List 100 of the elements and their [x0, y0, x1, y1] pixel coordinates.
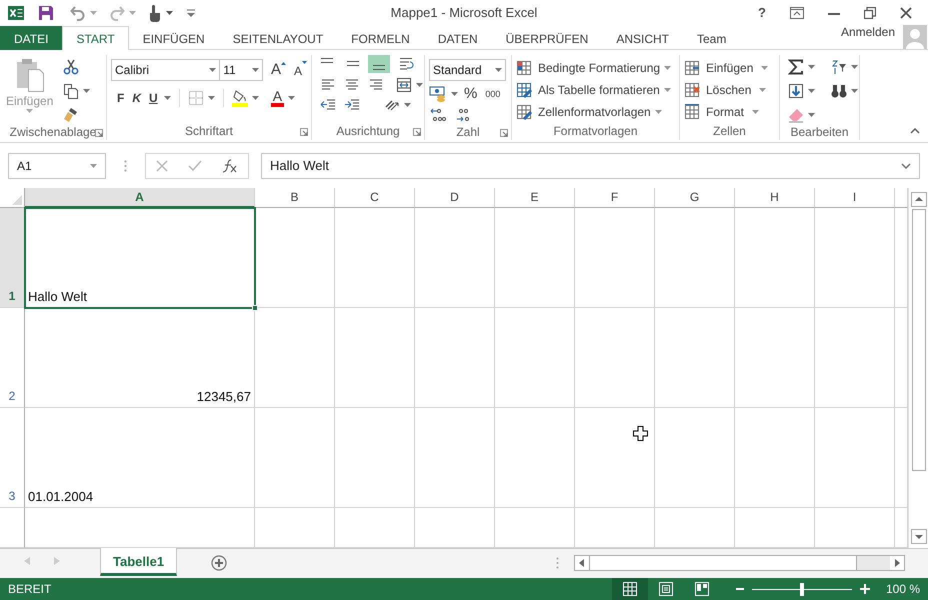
zoom-slider-thumb[interactable]	[800, 582, 804, 596]
wrap-text-icon[interactable]	[398, 56, 414, 72]
styles-menu-button[interactable]: Als Tabelle formatieren	[536, 81, 673, 99]
column-header[interactable]: D	[415, 188, 495, 208]
table-cell[interactable]	[815, 208, 895, 308]
table-cell[interactable]	[495, 208, 575, 308]
column-header[interactable]: G	[655, 188, 735, 208]
brush-icon[interactable]	[63, 107, 80, 123]
binoculars-icon[interactable]	[831, 83, 847, 99]
sum-icon[interactable]	[788, 59, 804, 75]
caret-icon[interactable]	[495, 68, 502, 72]
ribbon-options-icon[interactable]	[790, 6, 804, 18]
caret-icon[interactable]	[252, 96, 259, 100]
column-header[interactable]: I	[815, 188, 895, 208]
caret-icon[interactable]	[808, 89, 815, 93]
table-cell[interactable]	[495, 408, 575, 508]
grow-font-button[interactable]: A	[270, 62, 281, 78]
column-header[interactable]: C	[335, 188, 415, 208]
thousands-separator-button[interactable]: 000	[483, 85, 502, 103]
table-cell[interactable]	[255, 308, 335, 408]
table-cell[interactable]	[255, 408, 335, 508]
scrollbar-thumb[interactable]	[912, 209, 926, 471]
cells-menu-button[interactable]: Format	[704, 103, 762, 121]
zoom-out-icon[interactable]	[736, 585, 744, 593]
scroll-up-icon[interactable]	[910, 192, 926, 207]
column-header[interactable]: E	[495, 188, 575, 208]
caret-icon[interactable]	[808, 65, 815, 69]
column-header[interactable]: B	[255, 188, 335, 208]
restore-icon[interactable]	[864, 6, 876, 18]
caret-icon[interactable]	[166, 10, 173, 14]
copy-icon[interactable]	[63, 83, 80, 99]
sign-in-link[interactable]: Anmelden	[840, 23, 895, 41]
table-cell[interactable]	[735, 308, 815, 408]
dialog-launcher-icon[interactable]	[300, 128, 308, 136]
caret-icon[interactable]	[164, 96, 171, 100]
styles-menu-button[interactable]: Bedingte Formatierung	[536, 59, 674, 77]
ribbon-tab[interactable]: SEITENLAYOUT	[218, 26, 338, 50]
table-cell[interactable]	[655, 408, 735, 508]
table-cell[interactable]	[255, 208, 335, 308]
table-cell[interactable]	[335, 308, 415, 408]
caret-icon[interactable]	[83, 89, 90, 93]
ribbon-tab[interactable]: ANSICHT	[602, 26, 683, 50]
scrollbar-thumb[interactable]	[589, 556, 857, 570]
ribbon-tab[interactable]: FORMELN	[337, 26, 424, 50]
number-format-field[interactable]: Standard	[429, 59, 506, 81]
fill-down-icon[interactable]	[788, 83, 804, 99]
caret-icon[interactable]	[288, 96, 296, 100]
cells-menu-button[interactable]: Einfügen	[704, 59, 770, 77]
caret-icon[interactable]	[451, 92, 458, 96]
styles-menu-button[interactable]: Zellenformatvorlagen	[536, 103, 664, 121]
scissors-icon[interactable]	[63, 59, 80, 75]
customize-icon[interactable]	[187, 8, 195, 16]
dialog-launcher-icon[interactable]	[500, 129, 508, 137]
undo-icon[interactable]	[70, 4, 86, 20]
column-header[interactable]: H	[735, 188, 815, 208]
zoom-in-icon[interactable]	[860, 584, 870, 594]
underline-button[interactable]: U	[147, 89, 160, 107]
font-name-field[interactable]: Calibri	[111, 59, 220, 81]
name-box[interactable]: A1	[8, 152, 106, 178]
help-button[interactable]: ?	[758, 2, 766, 22]
caret-icon[interactable]	[404, 103, 411, 107]
caret-icon[interactable]	[851, 65, 858, 69]
view-button[interactable]	[612, 578, 648, 600]
italic-button[interactable]: K	[130, 89, 144, 107]
zoom-level[interactable]: 100 %	[886, 580, 920, 598]
font-size-field[interactable]: 11	[219, 59, 263, 81]
row-header[interactable]: 3	[0, 408, 25, 508]
scroll-down-icon[interactable]	[910, 529, 926, 544]
table-cell[interactable]	[735, 208, 815, 308]
table-cell[interactable]	[815, 408, 895, 508]
ribbon-tab[interactable]: Team	[682, 26, 740, 50]
table-cell[interactable]	[575, 208, 655, 308]
ribbon-tab[interactable]: ÜBERPRÜFEN	[492, 26, 602, 50]
table-cell[interactable]	[415, 208, 495, 308]
formula-field[interactable]: Hallo Welt	[261, 152, 920, 178]
merge-cells-icon[interactable]	[396, 77, 412, 93]
file-tab[interactable]: DATEI	[0, 26, 62, 50]
table-cell[interactable]	[735, 408, 815, 508]
caret-icon[interactable]	[209, 68, 216, 72]
table-cell[interactable]	[335, 408, 415, 508]
caret-icon[interactable]	[252, 68, 259, 72]
column-header[interactable]: A	[25, 188, 255, 208]
fill-color-icon[interactable]	[232, 89, 248, 107]
fill-handle[interactable]	[252, 305, 258, 311]
save-icon[interactable]	[38, 4, 54, 20]
table-cell[interactable]: 12345,67	[25, 308, 255, 408]
hand-icon[interactable]	[148, 4, 162, 22]
caret-icon[interactable]	[808, 113, 815, 117]
collapse-ribbon-icon[interactable]	[910, 128, 920, 134]
borders-icon[interactable]	[188, 90, 204, 106]
eraser-icon[interactable]	[788, 107, 804, 123]
shrink-font-button[interactable]: A	[294, 61, 302, 79]
currency-icon[interactable]	[429, 86, 447, 102]
caret-icon[interactable]	[416, 83, 423, 87]
table-cell[interactable]	[815, 308, 895, 408]
scroll-right-icon[interactable]	[890, 556, 904, 570]
ribbon-tab[interactable]: EINFÜGEN	[128, 26, 219, 50]
dialog-launcher-icon[interactable]	[95, 129, 103, 137]
increase-decimal-icon[interactable]	[429, 107, 447, 123]
sort-filter-icon[interactable]	[831, 59, 847, 75]
